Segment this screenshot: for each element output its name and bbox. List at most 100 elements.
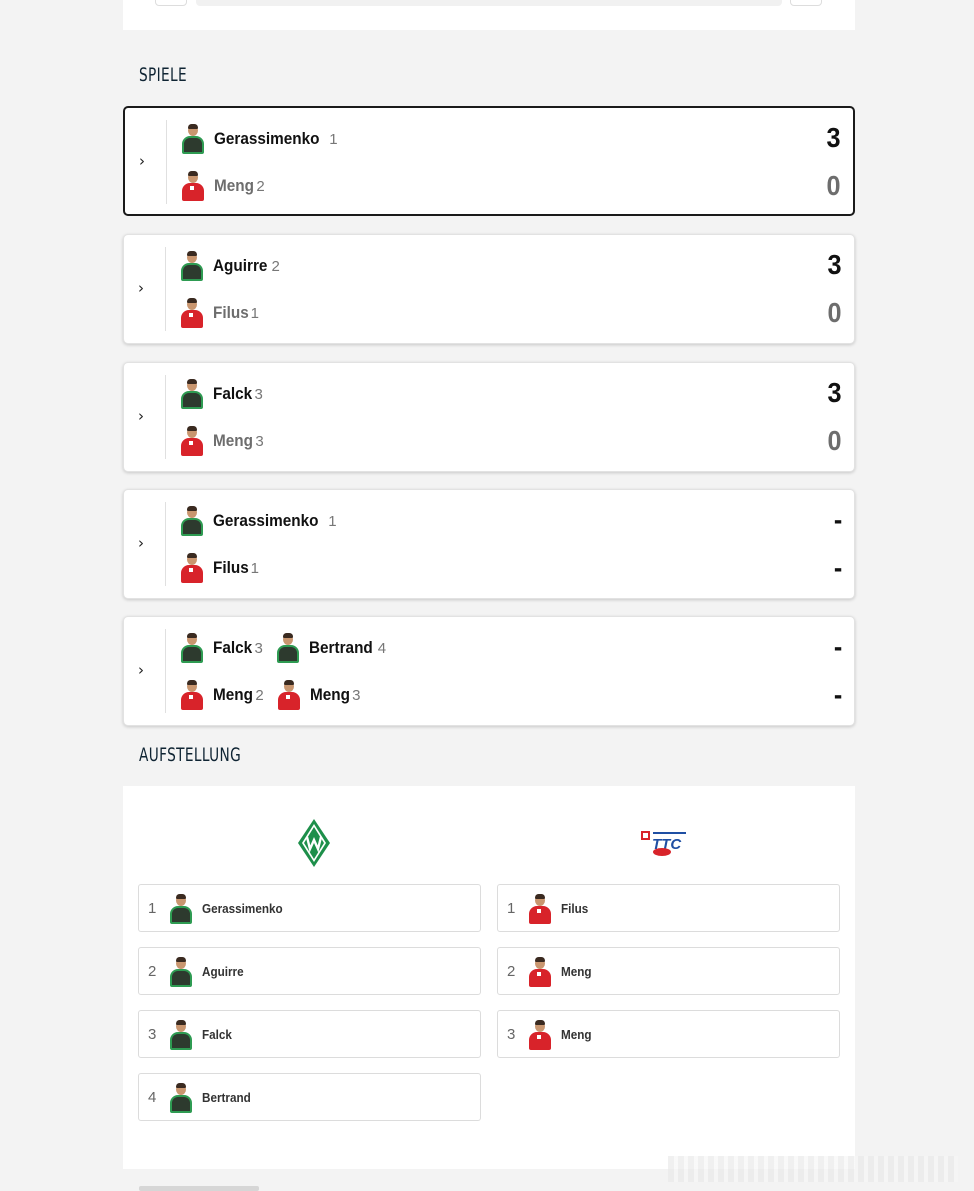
player-position: 4 bbox=[377, 639, 387, 657]
player-name: Falck bbox=[213, 384, 253, 403]
player-avatar-icon bbox=[168, 893, 192, 924]
player: Falck 3 bbox=[179, 632, 263, 664]
lineup-player-name: Gerassimenko bbox=[202, 900, 283, 916]
divider bbox=[165, 375, 166, 459]
player-avatar-icon bbox=[179, 297, 205, 329]
selector-bar[interactable] bbox=[196, 0, 782, 6]
score-away: 0 bbox=[827, 297, 842, 328]
player: Aguirre 2 bbox=[179, 250, 280, 282]
match-card[interactable]: › Falck 3 Meng 3 3 0 bbox=[123, 362, 855, 472]
section-title-spiele: SPIELE bbox=[139, 64, 188, 86]
match-card[interactable]: › Aguirre 2 Filus 1 3 0 bbox=[123, 234, 855, 344]
player-position: 1 bbox=[329, 130, 338, 148]
player-name: Gerassimenko bbox=[213, 511, 319, 530]
lineup-number: 1 bbox=[507, 899, 516, 917]
match-row-away: Meng 3 bbox=[179, 424, 276, 458]
filter-card bbox=[123, 0, 855, 30]
ttc-logo-icon: TTC bbox=[641, 831, 686, 856]
player-position: 2 bbox=[256, 177, 265, 195]
prev-button[interactable] bbox=[155, 0, 187, 6]
player: Bertrand 4 bbox=[275, 632, 386, 664]
divider bbox=[166, 120, 167, 204]
lineup-number: 2 bbox=[148, 962, 157, 980]
player-avatar-icon bbox=[180, 170, 206, 202]
score-away: 0 bbox=[827, 425, 842, 456]
score-home: 3 bbox=[827, 249, 842, 280]
score-home: - bbox=[833, 504, 842, 535]
player-position: 1 bbox=[250, 304, 260, 322]
player-avatar-icon bbox=[180, 123, 206, 155]
lineup-player-name: Meng bbox=[561, 963, 592, 979]
player-position: 3 bbox=[255, 432, 264, 450]
match-row-home: Falck 3 bbox=[179, 377, 275, 411]
lineup-item-away[interactable]: 3 Meng bbox=[497, 1010, 840, 1058]
lineup-number: 4 bbox=[148, 1088, 157, 1106]
divider bbox=[165, 502, 166, 586]
chevron-right-icon[interactable]: › bbox=[138, 407, 144, 425]
lineup-player-name: Bertrand bbox=[202, 1089, 251, 1105]
score-away: - bbox=[833, 552, 842, 583]
player-position: 1 bbox=[328, 512, 337, 530]
player-name: Aguirre bbox=[213, 256, 268, 275]
player-position: 3 bbox=[254, 385, 263, 403]
match-row-away: Meng 2 bbox=[180, 169, 277, 203]
player-name: Meng bbox=[214, 176, 254, 195]
lineup-player-name: Aguirre bbox=[202, 963, 244, 979]
lineup-card: TTC 1 Gerassimenko 2 Aguirre 3 Falck 4 B… bbox=[123, 786, 855, 1169]
lineup-item-home[interactable]: 3 Falck bbox=[138, 1010, 481, 1058]
match-row-away: Meng 2 Meng 3 bbox=[179, 678, 372, 712]
next-button[interactable] bbox=[790, 0, 822, 6]
match-card[interactable]: › Gerassimenko 1 Meng 2 3 0 bbox=[123, 106, 855, 216]
player: Meng 2 bbox=[179, 679, 264, 711]
next-section-title bbox=[139, 1186, 259, 1191]
player-name: Bertrand bbox=[308, 638, 373, 657]
player-position: 3 bbox=[254, 639, 263, 657]
score-home: 3 bbox=[827, 377, 842, 408]
player-avatar-icon bbox=[179, 552, 205, 584]
match-card[interactable]: › Gerassimenko 1 Filus 1 - - bbox=[123, 489, 855, 599]
player-avatar-icon bbox=[276, 679, 302, 711]
lineup-number: 2 bbox=[507, 962, 516, 980]
lineup-item-home[interactable]: 1 Gerassimenko bbox=[138, 884, 481, 932]
player-avatar-icon bbox=[179, 250, 205, 282]
player: Gerassimenko 1 bbox=[179, 505, 337, 537]
player-avatar-icon bbox=[527, 893, 551, 924]
player-position: 2 bbox=[255, 686, 264, 704]
player: Meng 2 bbox=[180, 170, 265, 202]
chevron-right-icon[interactable]: › bbox=[138, 661, 144, 679]
chevron-right-icon[interactable]: › bbox=[138, 534, 144, 552]
player-avatar-icon bbox=[527, 1019, 551, 1050]
player-avatar-icon bbox=[179, 505, 205, 537]
player-name: Gerassimenko bbox=[214, 129, 320, 148]
lineup-number: 3 bbox=[507, 1025, 516, 1043]
lineup-player-name: Filus bbox=[561, 900, 589, 916]
player-name: Falck bbox=[213, 638, 253, 657]
lineup-player-name: Meng bbox=[561, 1026, 592, 1042]
lineup-player-name: Falck bbox=[202, 1026, 232, 1042]
player: Meng 3 bbox=[276, 679, 361, 711]
player-name: Filus bbox=[213, 303, 249, 322]
player-avatar-icon bbox=[179, 679, 205, 711]
match-row-away: Filus 1 bbox=[179, 551, 271, 585]
lineup-item-home[interactable]: 4 Bertrand bbox=[138, 1073, 481, 1121]
lineup-item-away[interactable]: 1 Filus bbox=[497, 884, 840, 932]
player-position: 1 bbox=[250, 559, 260, 577]
lineup-number: 3 bbox=[148, 1025, 157, 1043]
chevron-right-icon[interactable]: › bbox=[139, 152, 145, 170]
player-avatar-icon bbox=[168, 956, 192, 987]
score-away: - bbox=[833, 679, 842, 710]
divider bbox=[165, 247, 166, 331]
lineup-item-home[interactable]: 2 Aguirre bbox=[138, 947, 481, 995]
player-position: 3 bbox=[352, 686, 361, 704]
match-row-home: Falck 3 Bertrand 4 bbox=[179, 631, 398, 665]
player-avatar-icon bbox=[275, 632, 301, 664]
player: Falck 3 bbox=[179, 378, 263, 410]
match-row-away: Filus 1 bbox=[179, 296, 271, 330]
lineup-item-away[interactable]: 2 Meng bbox=[497, 947, 840, 995]
match-row-home: Gerassimenko 1 bbox=[180, 122, 350, 156]
player: Meng 3 bbox=[179, 425, 264, 457]
player-avatar-icon bbox=[168, 1019, 192, 1050]
player-avatar-icon bbox=[168, 1082, 192, 1113]
chevron-right-icon[interactable]: › bbox=[138, 279, 144, 297]
match-card[interactable]: › Falck 3 Bertrand 4 Meng 2 Meng 3 - - bbox=[123, 616, 855, 726]
